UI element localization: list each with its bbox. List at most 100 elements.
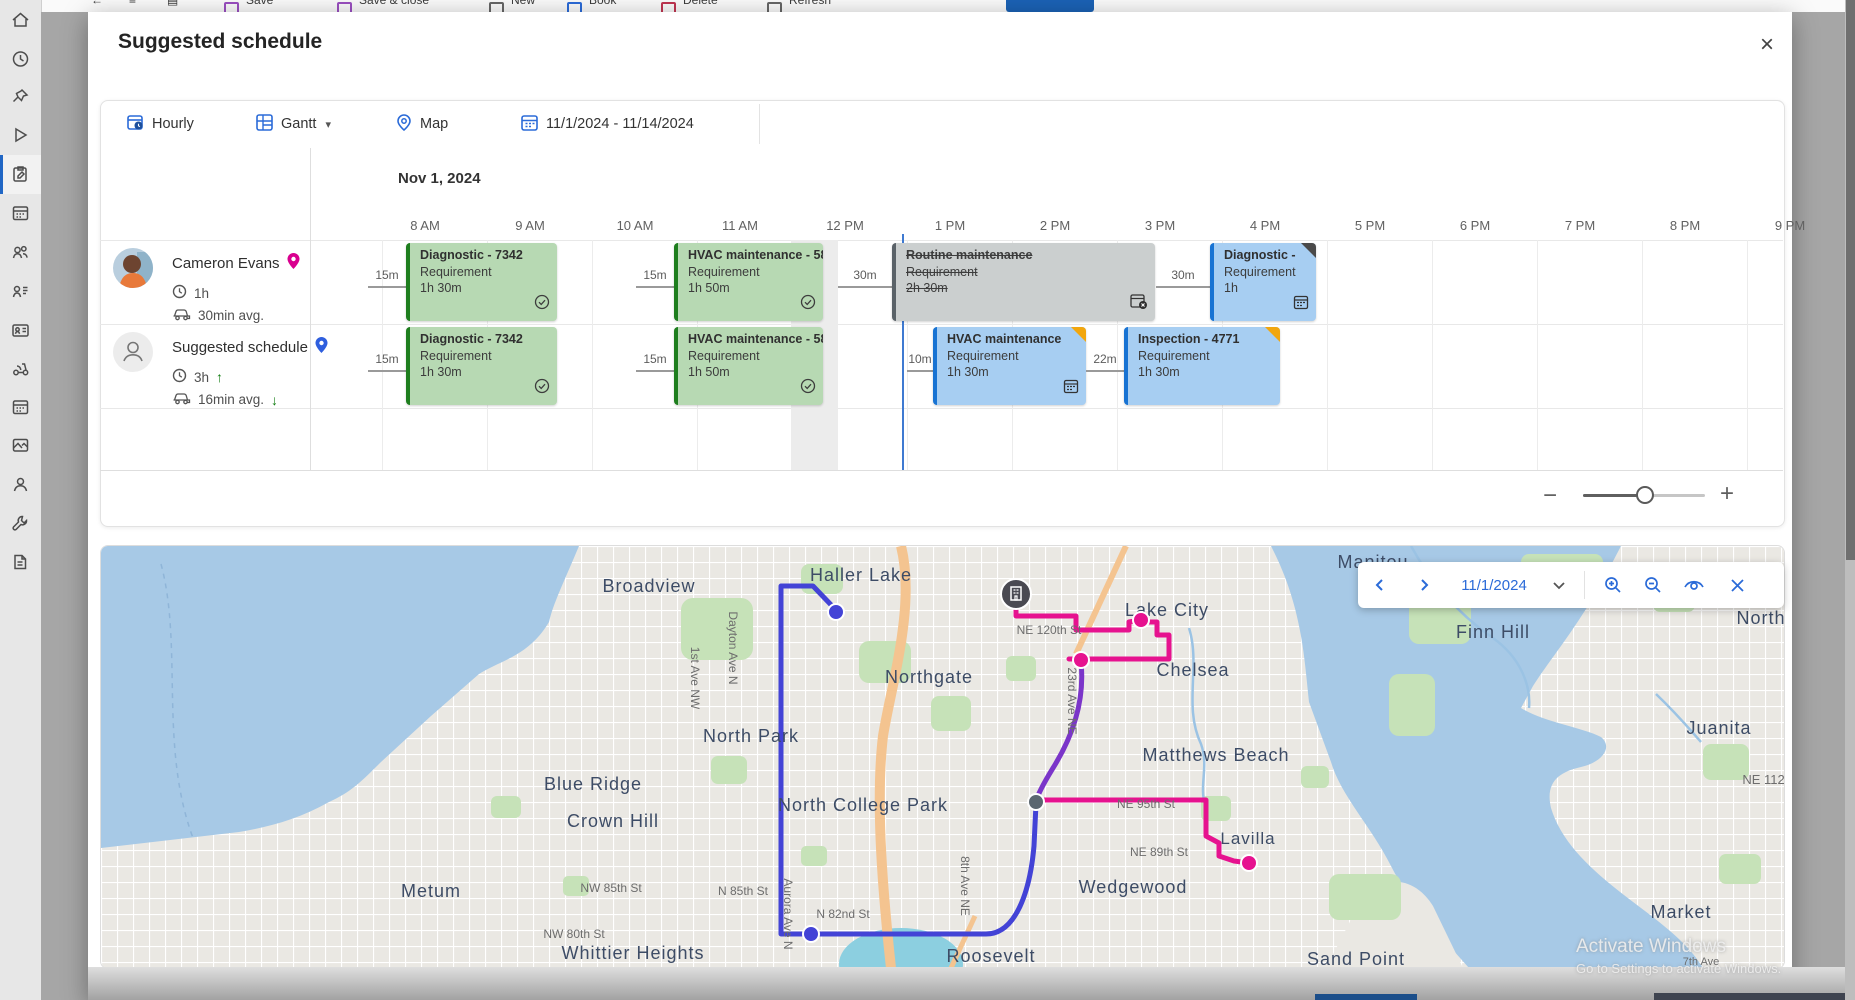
- route-stop-dot[interactable]: [828, 604, 844, 620]
- gantt-view-dropdown[interactable]: Gantt ▾: [255, 104, 331, 144]
- calendar-icon: [1293, 294, 1309, 315]
- map-toolbar: 11/1/2024: [1358, 562, 1784, 608]
- area-label: Sand Point: [1307, 949, 1405, 968]
- printer-icon[interactable]: ▤: [167, 0, 178, 7]
- cut-off-primary-button[interactable]: [1315, 994, 1417, 1000]
- dialog-close-icon[interactable]: ×: [1750, 28, 1784, 62]
- hour-label: 11 AM: [700, 218, 780, 233]
- zoom-out-icon[interactable]: [1633, 562, 1673, 608]
- gantt-zoom-in-button[interactable]: +: [1720, 480, 1734, 508]
- menu-icon[interactable]: ≡: [129, 0, 136, 7]
- hourly-view-button[interactable]: Hourly: [126, 104, 194, 144]
- resource-duration: 3h↑: [172, 368, 223, 386]
- hour-label: 1 PM: [910, 218, 990, 233]
- booking-block-green[interactable]: Diagnostic - 7342Requirement1h 30m: [406, 243, 557, 321]
- gantt-zoom-out-button[interactable]: −: [1543, 482, 1557, 510]
- check-icon: [534, 378, 550, 399]
- people-icon[interactable]: [0, 233, 41, 271]
- booking-block-green[interactable]: Diagnostic - 7342Requirement1h 30m: [406, 327, 557, 405]
- route-stop-dot[interactable]: [1028, 794, 1044, 810]
- toolbar-button-save-close[interactable]: Save & close: [359, 0, 429, 7]
- area-label: North J: [1736, 608, 1784, 628]
- street-label: Aurora Ave N: [781, 878, 795, 949]
- prev-day-icon[interactable]: [1358, 562, 1402, 608]
- travel-time-label: 22m: [1086, 352, 1124, 372]
- home-icon[interactable]: [0, 1, 41, 39]
- primary-command-button[interactable]: [1006, 0, 1094, 12]
- scooter-icon[interactable]: [0, 349, 41, 387]
- booking-block-green[interactable]: HVAC maintenance - 5828Requirement1h 50m: [674, 243, 823, 321]
- document-icon[interactable]: [0, 543, 41, 581]
- map-date-label[interactable]: 11/1/2024: [1446, 562, 1542, 608]
- toolbar-button-save[interactable]: Save: [246, 0, 273, 7]
- depot-marker[interactable]: [1001, 579, 1031, 609]
- route-stop-dot[interactable]: [1133, 612, 1149, 628]
- toolbar-button-refresh[interactable]: Refresh: [789, 0, 831, 7]
- resource-name[interactable]: Suggested schedule: [172, 336, 329, 358]
- route-stop-dot[interactable]: [1073, 652, 1089, 668]
- gridline: [1327, 240, 1328, 470]
- date-range-picker[interactable]: 11/1/2024 - 11/14/2024: [520, 104, 694, 144]
- next-day-icon[interactable]: [1402, 562, 1446, 608]
- contact-list-icon[interactable]: [0, 272, 41, 310]
- back-icon[interactable]: ←: [91, 0, 103, 7]
- area-label: Market: [1650, 902, 1711, 922]
- street-label: 1st Ave NW: [688, 647, 702, 710]
- app-sidebar: [0, 0, 42, 1000]
- travel-time-label: 15m: [368, 352, 406, 372]
- check-icon: [534, 294, 550, 315]
- page-scrollbar-thumb[interactable]: [1846, 0, 1855, 560]
- calendar-icon: [520, 113, 539, 136]
- toolbar-button-delete[interactable]: Delete: [683, 0, 718, 7]
- play-icon[interactable]: [0, 116, 41, 154]
- pin-icon[interactable]: [0, 78, 41, 116]
- schedule-map[interactable]: NE 120th St23rd Ave NE8th Ave NENE 95th …: [100, 545, 1785, 969]
- wrench-icon[interactable]: [0, 504, 41, 542]
- hour-label: 6 PM: [1435, 218, 1515, 233]
- visibility-icon[interactable]: [1673, 562, 1715, 608]
- clipboard-edit-icon[interactable]: [0, 155, 41, 193]
- clock-icon: [172, 368, 187, 386]
- booking-block-blue[interactable]: Diagnostic -Requirement1h: [1210, 243, 1316, 321]
- travel-time-label: 15m: [636, 352, 674, 372]
- toolbar-button-book[interactable]: Book: [589, 0, 616, 7]
- area-label: Blue Ridge: [544, 774, 642, 794]
- area-label: Lavilla: [1220, 829, 1275, 848]
- area-label: Haller Lake: [810, 565, 912, 585]
- gantt-date-header: Nov 1, 2024: [398, 170, 481, 187]
- recent-clock-icon[interactable]: [0, 40, 41, 78]
- hour-label: 9 AM: [490, 218, 570, 233]
- calendar-icon[interactable]: [0, 194, 41, 232]
- map-view-button[interactable]: Map: [395, 104, 448, 144]
- hour-label: 3 PM: [1120, 218, 1200, 233]
- area-label: Crown Hill: [567, 811, 659, 831]
- folder-image-icon[interactable]: [0, 426, 41, 464]
- dialog-title: Suggested schedule: [118, 30, 322, 54]
- activate-windows-watermark: Activate Windows: [1576, 936, 1726, 958]
- gantt-zoom-slider-knob[interactable]: [1636, 486, 1654, 504]
- route-stop-dot[interactable]: [803, 926, 819, 942]
- travel-time-label: 30m: [1156, 268, 1210, 288]
- hour-label: 7 PM: [1540, 218, 1620, 233]
- id-card-icon[interactable]: [0, 311, 41, 349]
- route-stop-dot[interactable]: [1241, 855, 1257, 871]
- booking-block-gray[interactable]: Routine maintenanceRequirement2h 30m: [892, 243, 1155, 321]
- toolbar-button-new[interactable]: New: [511, 0, 535, 7]
- area-label: Matthews Beach: [1142, 745, 1289, 765]
- area-label: North Park: [703, 726, 799, 746]
- resource-name[interactable]: Cameron Evans: [172, 252, 301, 274]
- booking-block-blue[interactable]: Inspection - 4771Requirement1h 30m: [1124, 327, 1280, 405]
- zoom-in-icon[interactable]: [1593, 562, 1633, 608]
- booking-block-blue[interactable]: HVAC maintenanceRequirement1h 30m: [933, 327, 1086, 405]
- map-date-chevron-icon[interactable]: [1542, 562, 1576, 608]
- gridline: [1432, 240, 1433, 470]
- booking-block-green[interactable]: HVAC maintenance - 5828Requirement1h 50m: [674, 327, 823, 405]
- area-label: Broadview: [602, 576, 695, 596]
- booking-status-corner: [1071, 327, 1086, 342]
- dimmed-backdrop-left: [41, 12, 88, 1000]
- area-label: Whittier Heights: [561, 943, 704, 963]
- close-map-icon[interactable]: [1715, 562, 1759, 608]
- street-label: NE 120th St: [1017, 623, 1082, 637]
- calendar2-icon[interactable]: [0, 388, 41, 426]
- person-icon[interactable]: [0, 465, 41, 503]
